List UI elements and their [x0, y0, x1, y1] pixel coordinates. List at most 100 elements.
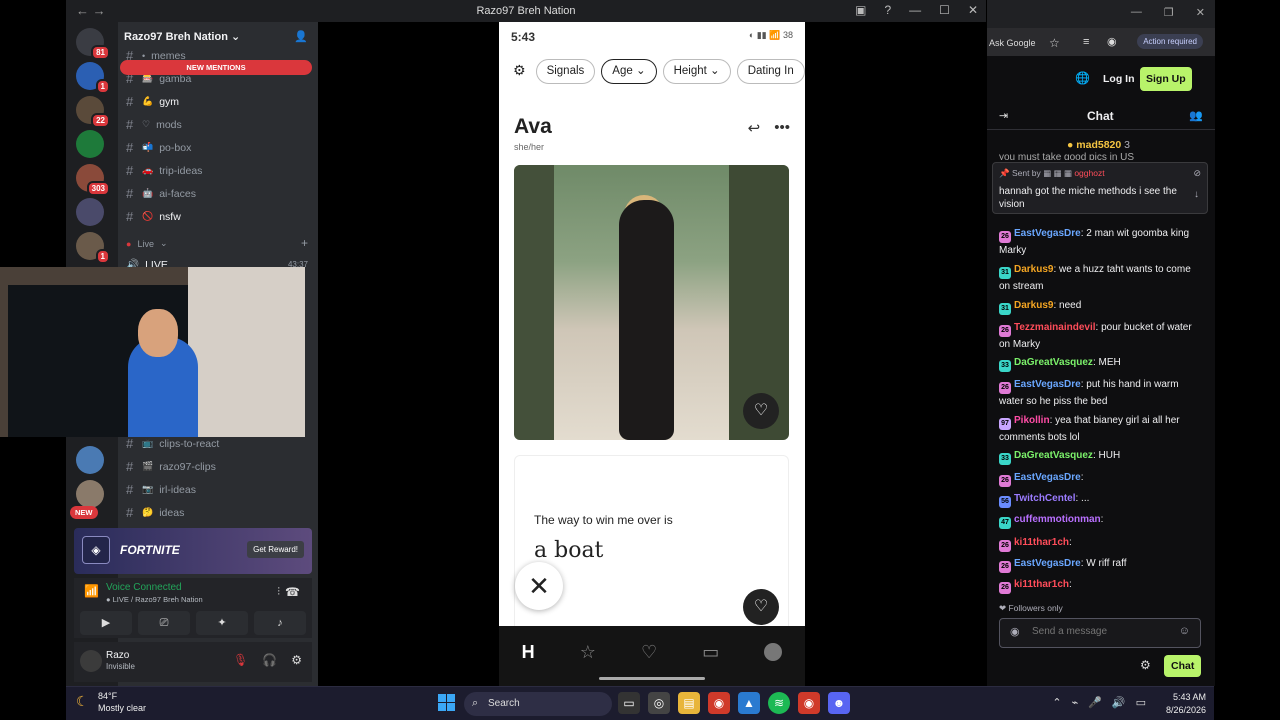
server-icon[interactable] — [76, 198, 104, 226]
filter-age[interactable]: Age ⌄ — [601, 59, 657, 84]
minimize-button[interactable]: — — [909, 3, 921, 17]
voice-channel-path[interactable]: ● LIVE / Razo97 Breh Nation — [106, 595, 203, 604]
settings-gear-icon[interactable]: ⚙ — [291, 653, 302, 667]
file-explorer-icon[interactable]: ▤ — [678, 692, 700, 714]
close-button[interactable]: ✕ — [968, 3, 978, 17]
chat-username[interactable]: Darkus9 — [1014, 264, 1053, 275]
tray-overflow-icon[interactable]: ⌃ — [1052, 696, 1061, 709]
action-required-button[interactable]: Action required — [1137, 34, 1203, 49]
restore-button[interactable]: ❐ — [1164, 6, 1174, 19]
chat-username[interactable]: EastVegasDre — [1014, 558, 1081, 569]
channel-item[interactable]: # 🚗 trip-ideas — [126, 163, 202, 178]
server-icon[interactable]: 303 — [76, 164, 110, 196]
minimize-button[interactable]: — — [1131, 6, 1142, 19]
messages-chat-icon[interactable]: ▭ — [702, 642, 719, 663]
globe-icon[interactable]: 🌐 — [1075, 71, 1090, 85]
emote-icon[interactable]: ☺ — [1179, 625, 1190, 637]
bookmark-star-icon[interactable]: ☆ — [1049, 36, 1060, 50]
filter-height[interactable]: Height ⌄ — [662, 59, 731, 84]
soundboard-button[interactable]: ♪ — [254, 611, 306, 635]
server-icon[interactable] — [76, 480, 104, 508]
chrome-icon[interactable]: ◉ — [708, 692, 730, 714]
screen-share-button[interactable]: ⎚ — [138, 611, 190, 635]
avatar[interactable] — [80, 650, 102, 672]
channel-item[interactable]: # 💪 gym — [126, 94, 179, 109]
photos-icon[interactable]: ▲ — [738, 692, 760, 714]
close-button[interactable]: ✕ — [1196, 6, 1205, 19]
live-category[interactable]: ● Live ⌄ — [126, 238, 168, 249]
expand-pinned-icon[interactable]: ↓ — [1194, 189, 1199, 200]
discord-home-icon[interactable]: 81 — [76, 28, 110, 60]
channel-item[interactable]: # 🤖 ai-faces — [126, 186, 196, 201]
server-icon[interactable]: 1 — [76, 232, 110, 264]
login-button[interactable]: Log In — [1103, 73, 1135, 85]
chat-username[interactable]: DaGreatVasquez — [1014, 450, 1093, 461]
filter-signals[interactable]: Signals — [535, 59, 596, 84]
maximize-button[interactable]: ☐ — [939, 3, 950, 17]
channel-item[interactable]: # 🎬 razo97-clips — [126, 459, 216, 474]
camera-button[interactable]: ▶ — [80, 611, 132, 635]
channel-item[interactable]: # 📷 irl-ideas — [126, 482, 196, 497]
task-view-icon[interactable]: ▭ — [618, 692, 640, 714]
chat-username[interactable]: ki11thar1ch — [1014, 579, 1069, 590]
like-photo-heart-icon[interactable]: ♡ — [743, 393, 779, 429]
server-icon[interactable]: 22 — [76, 96, 110, 128]
chat-username[interactable]: cuffemmotionman — [1014, 514, 1101, 525]
channel-item[interactable]: # ♡ mods — [126, 117, 182, 132]
hide-pinned-icon[interactable]: ⊘ — [1193, 168, 1201, 179]
chat-send-button[interactable]: Chat — [1164, 655, 1202, 677]
signal-icon[interactable]: 📶 — [84, 584, 99, 598]
channel-item[interactable]: # 🚫 nsfw — [126, 209, 181, 224]
mic-icon[interactable]: 🎤 — [1088, 696, 1102, 709]
likes-heart-icon[interactable]: ♡ — [641, 642, 657, 663]
profile-icon[interactable]: ◉ — [1107, 35, 1117, 48]
volume-icon[interactable]: 🔊 — [1112, 696, 1126, 709]
chat-username[interactable]: ki11thar1ch — [1014, 537, 1069, 548]
taskbar-search[interactable]: ⌕ Search — [464, 692, 612, 716]
chat-username[interactable]: EastVegasDre — [1014, 228, 1081, 239]
add-channel-icon[interactable]: + — [301, 236, 308, 250]
discover-h-icon[interactable]: H — [522, 642, 535, 663]
channel-item[interactable]: # 📺 clips-to-react — [126, 436, 219, 451]
chat-username[interactable]: DaGreatVasquez — [1014, 357, 1093, 368]
taskbar-clock[interactable]: 5:43 AM 8/26/2026 — [1166, 691, 1206, 717]
signup-button[interactable]: Sign Up — [1140, 67, 1192, 91]
deafen-icon[interactable]: 🎧 — [262, 653, 277, 667]
skip-x-button[interactable]: ✕ — [515, 562, 563, 610]
new-mentions-banner[interactable]: NEW MENTIONS — [120, 60, 312, 75]
community-icon[interactable]: 👥 — [1189, 109, 1203, 122]
server-name[interactable]: Razo97 Breh Nation ⌄ — [124, 30, 240, 43]
chat-settings-gear-icon[interactable]: ⚙ — [1140, 658, 1151, 672]
standouts-star-icon[interactable]: ☆ — [580, 642, 596, 663]
chat-username[interactable]: Pikollin — [1014, 415, 1050, 426]
disconnect-icon[interactable]: ☎ — [285, 585, 300, 599]
chat-username[interactable]: TwitchCentel — [1014, 493, 1075, 504]
filter-dating-intentions[interactable]: Dating In — [736, 59, 805, 84]
channel-item[interactable]: # 📬 po-box — [126, 140, 191, 155]
chat-username[interactable]: EastVegasDre — [1014, 379, 1081, 390]
send-message-input[interactable] — [1032, 626, 1172, 637]
spotify-icon[interactable]: ≋ — [768, 692, 790, 714]
server-icon[interactable] — [76, 130, 104, 158]
app-icon[interactable]: ◎ — [648, 692, 670, 714]
filter-settings-icon[interactable]: ⚙ — [509, 59, 530, 84]
windows-start-icon[interactable] — [438, 694, 456, 712]
profile-avatar[interactable] — [764, 643, 783, 661]
chat-mod-icon[interactable]: ◉ — [1010, 625, 1020, 638]
reading-list-icon[interactable]: ≡ — [1083, 36, 1089, 48]
chat-username[interactable]: EastVegasDre — [1014, 472, 1081, 483]
help-icon[interactable]: ? — [884, 3, 891, 17]
add-member-icon[interactable]: 👤 — [294, 30, 308, 43]
ask-google-button[interactable]: Ask Google — [989, 38, 1036, 48]
mute-icon[interactable]: 🎙 — [233, 653, 248, 667]
server-icon[interactable] — [76, 446, 104, 474]
get-reward-button[interactable]: Get Reward! — [247, 541, 304, 558]
noise-suppression-icon[interactable]: ⫶ — [277, 586, 280, 599]
like-prompt-heart-icon[interactable]: ♡ — [743, 589, 779, 625]
chrome-icon[interactable]: ◉ — [798, 692, 820, 714]
server-icon[interactable]: 1 — [76, 62, 110, 94]
activities-button[interactable]: ✦ — [196, 611, 248, 635]
battery-icon[interactable]: ▭ — [1136, 696, 1146, 709]
undo-icon[interactable]: ↩ — [748, 119, 761, 137]
more-options-icon[interactable]: ••• — [774, 119, 790, 137]
